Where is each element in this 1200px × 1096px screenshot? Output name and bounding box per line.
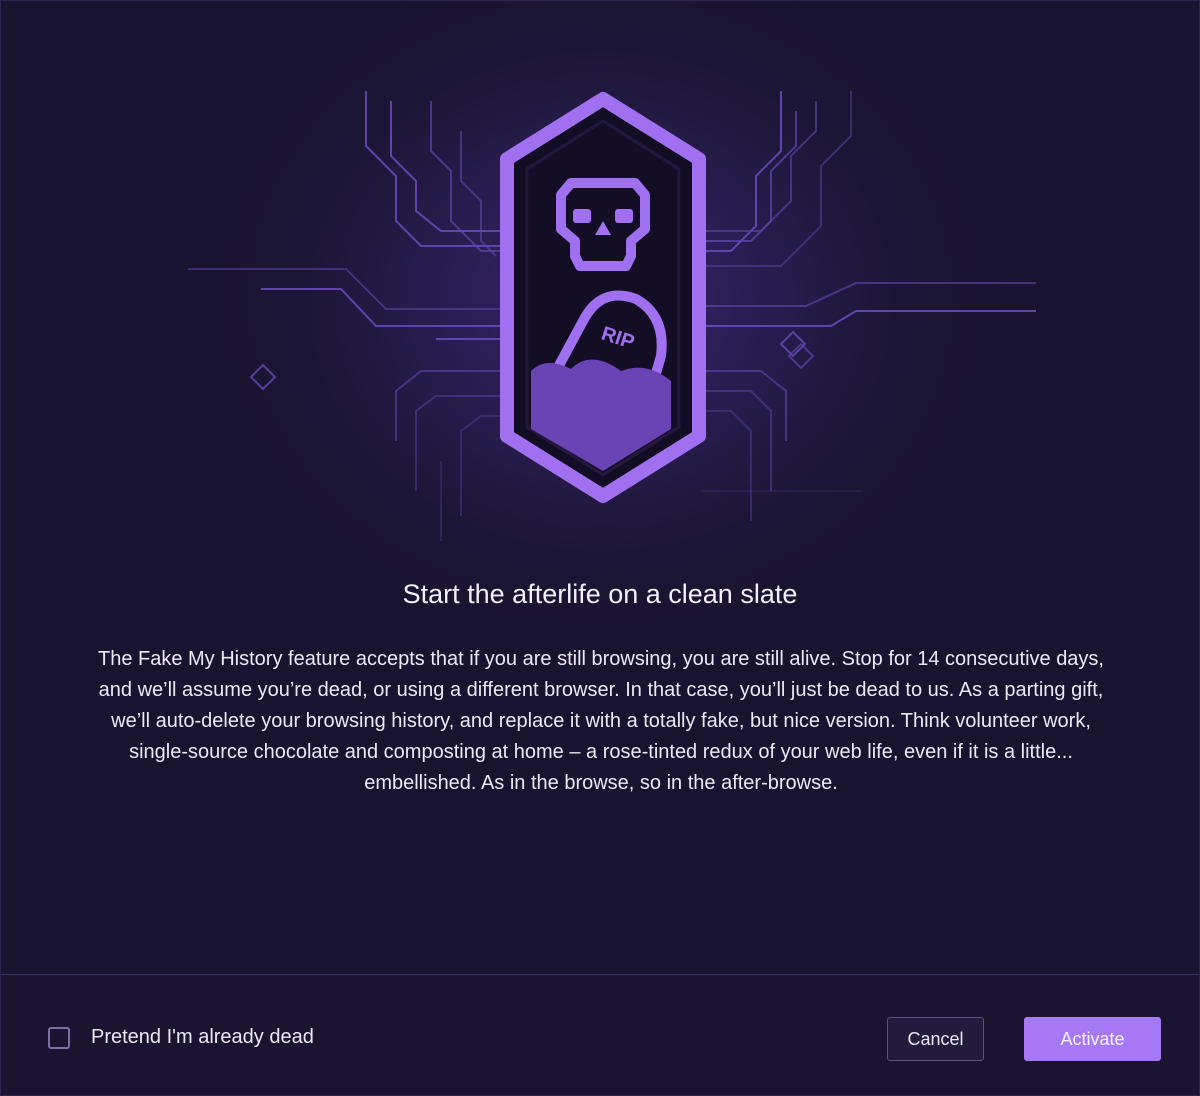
pretend-dead-checkbox-row[interactable]: Pretend I'm already dead [48, 1026, 314, 1049]
cancel-button[interactable]: Cancel [887, 1017, 984, 1061]
pretend-dead-label[interactable]: Pretend I'm already dead [91, 1026, 314, 1049]
dialog-description: The Fake My History feature accepts that… [97, 648, 1104, 794]
hero-illustration: RIP [188, 91, 1036, 541]
fake-history-dialog: RIP Start the afterlife on a clean slate… [0, 0, 1200, 1096]
skull-eye-right [615, 209, 633, 223]
dialog-footer: Pretend I'm already dead Cancel Activate [1, 974, 1199, 1095]
dialog-title: Start the afterlife on a clean slate [402, 579, 798, 609]
skull-eye-left [573, 209, 591, 223]
activate-button[interactable]: Activate [1024, 1017, 1161, 1061]
pretend-dead-checkbox[interactable] [48, 1026, 70, 1049]
tombstone-badge: RIP [500, 92, 706, 503]
